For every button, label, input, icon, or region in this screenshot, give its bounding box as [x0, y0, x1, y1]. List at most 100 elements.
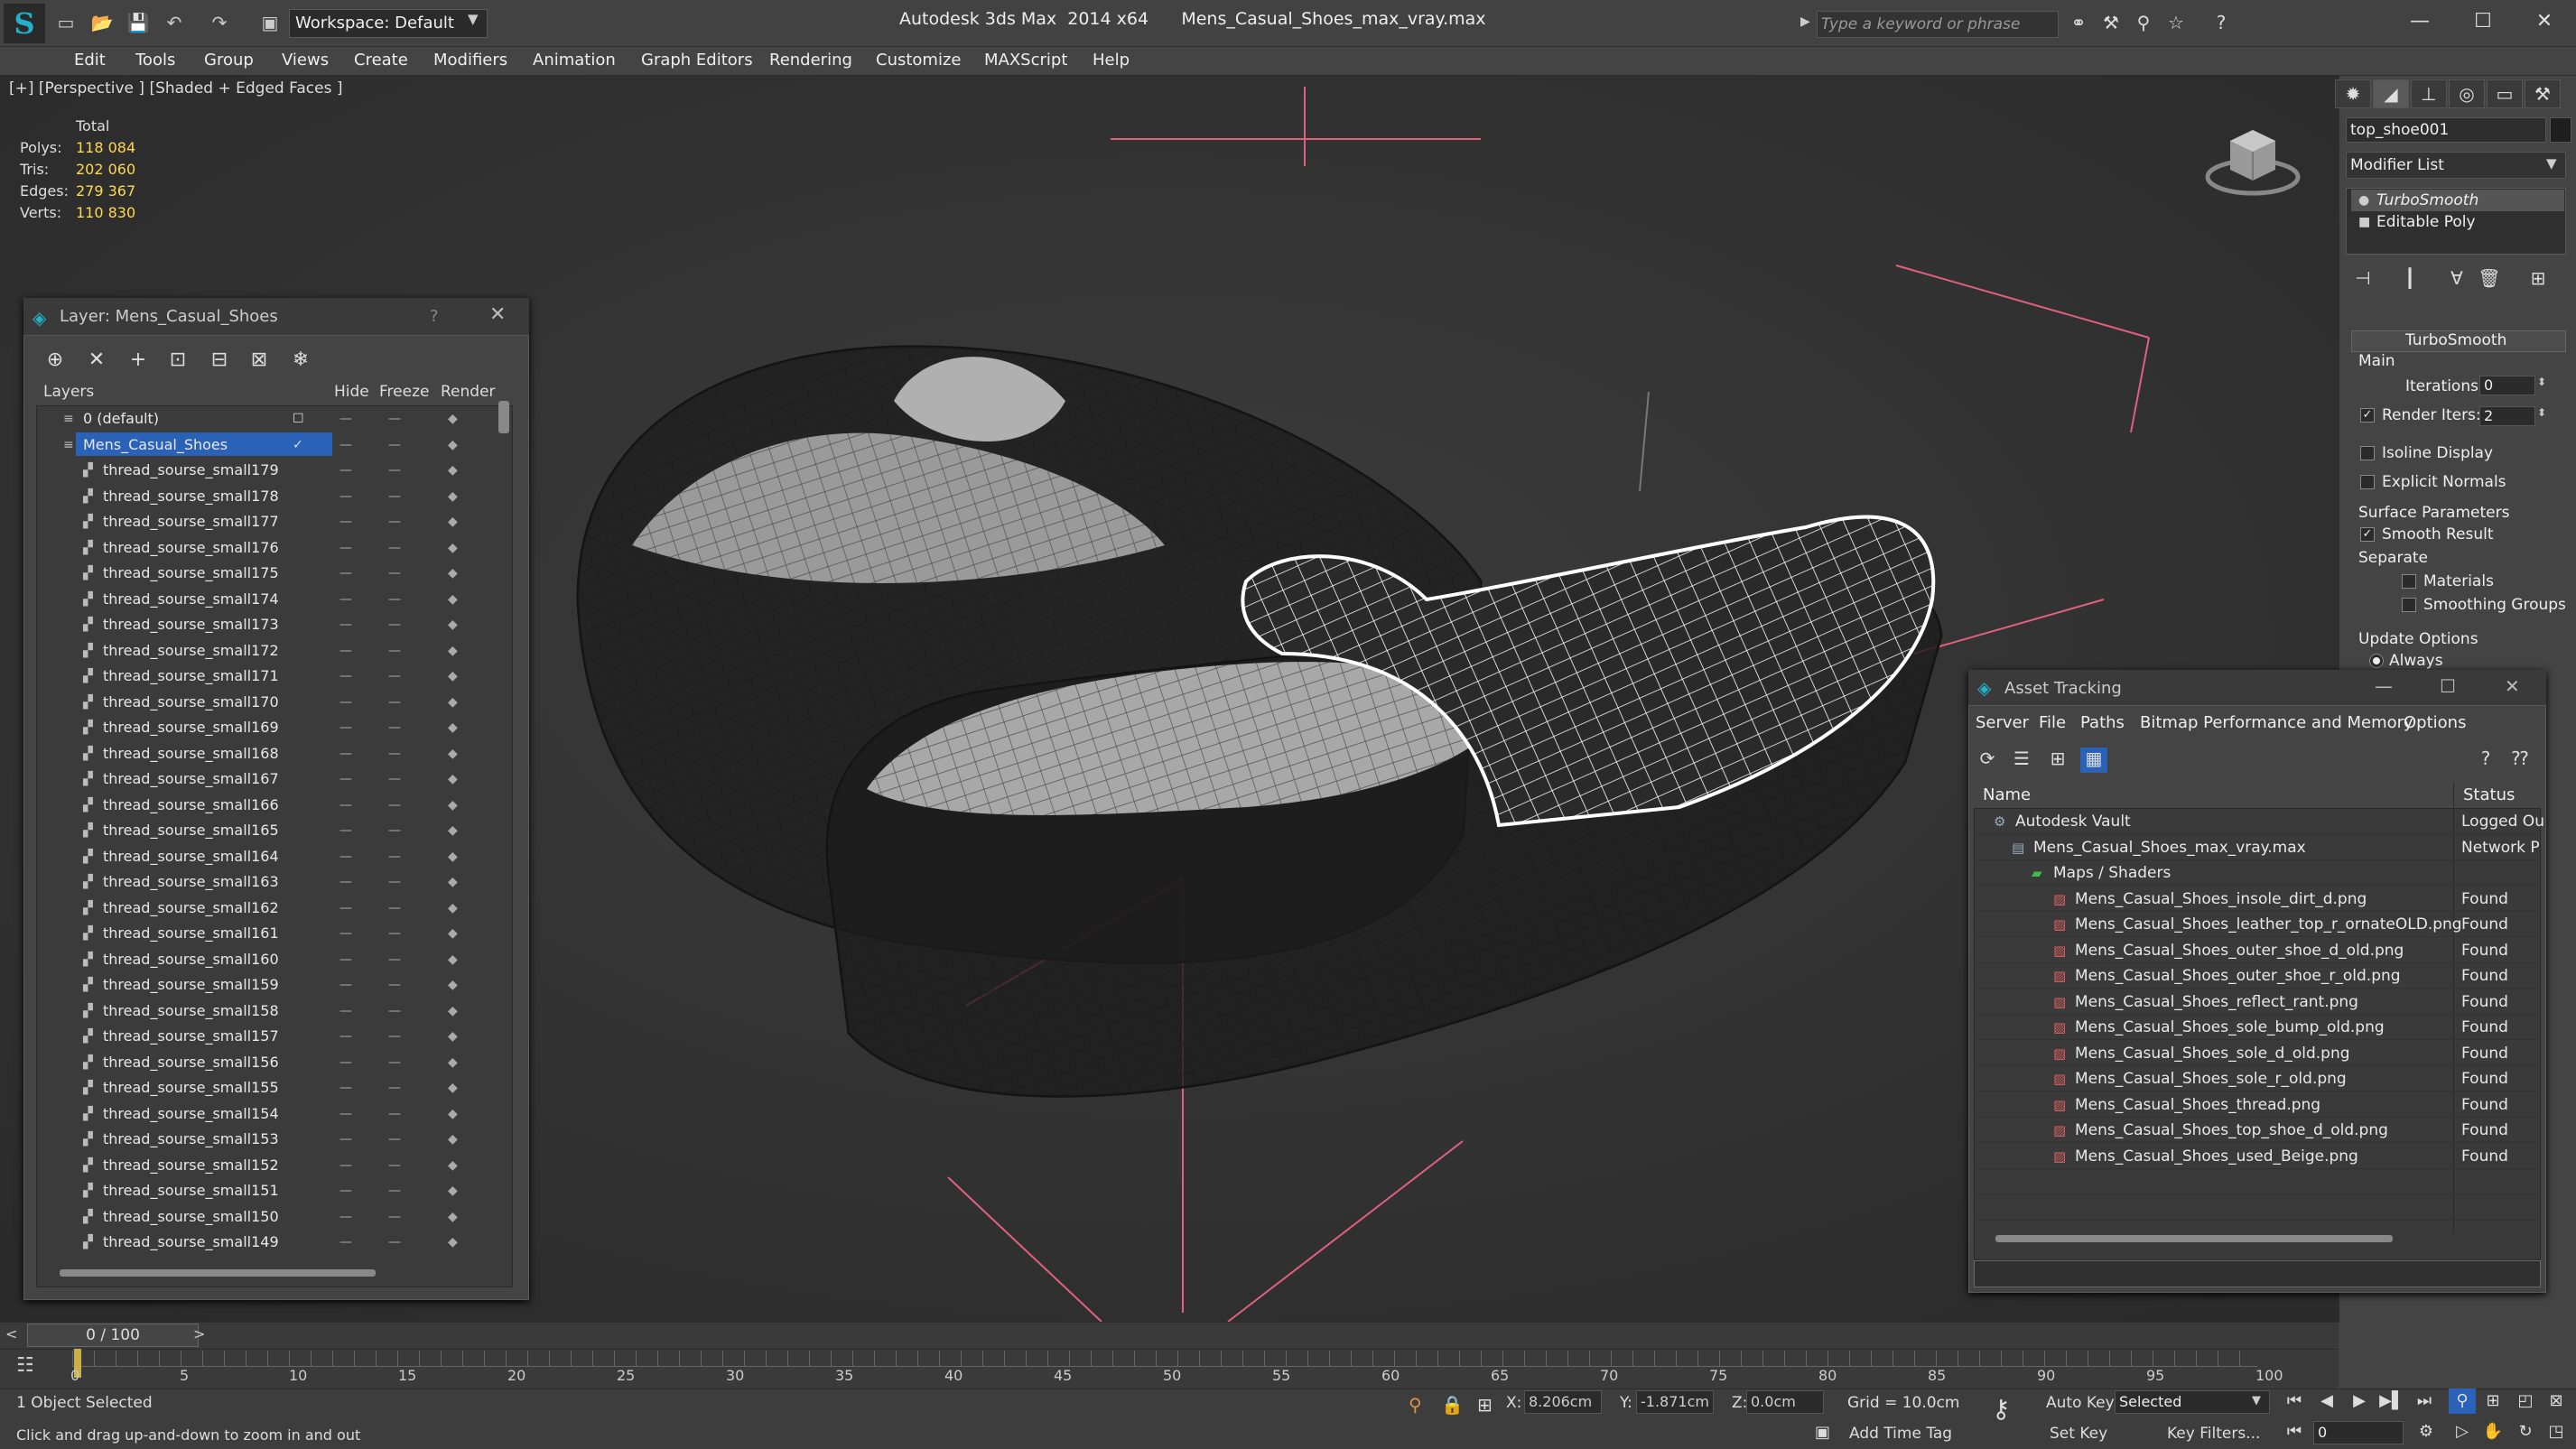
maximize-icon[interactable]: ☐ [2458, 5, 2508, 38]
layer-vscroll-thumb[interactable] [498, 401, 509, 433]
freeze-toggle-icon[interactable]: — [388, 484, 401, 509]
freeze-toggle-icon[interactable]: — [388, 715, 401, 740]
set-key-button[interactable]: Set Key [2050, 1425, 2107, 1443]
time-next-icon[interactable]: > [193, 1325, 205, 1342]
asset-row[interactable]: ▨ Mens_Casual_Shoes_outer_shoe_r_old.png F… [1976, 963, 2539, 989]
asset-menu-bitmap-performance[interactable]: Bitmap Performance and Memory [2140, 713, 2413, 732]
minimize-icon[interactable]: — [2395, 5, 2445, 38]
iterations-spinner[interactable]: 0 [2479, 376, 2535, 395]
close-icon[interactable]: ✕ [489, 303, 506, 326]
asset-path-field[interactable] [1974, 1260, 2541, 1287]
freeze-all-layers-icon[interactable]: ❄ [285, 348, 316, 376]
lock-icon[interactable]: 🔒 [1441, 1394, 1464, 1416]
render-iters-spinner[interactable]: 2 [2479, 406, 2535, 426]
menu-group[interactable]: Group [204, 51, 254, 70]
hide-toggle-icon[interactable]: — [339, 921, 352, 946]
render-teapot-icon[interactable]: ◆ [448, 896, 458, 921]
layer-object-row[interactable]: ▞ thread_sourse_small165 — — ◆ [36, 818, 497, 843]
hide-toggle-icon[interactable]: — [339, 1024, 352, 1049]
hide-toggle-icon[interactable]: — [339, 509, 352, 534]
add-time-tag[interactable]: Add Time Tag [1849, 1425, 1952, 1443]
hierarchy-tab-icon[interactable]: ⊥ [2411, 79, 2447, 108]
render-teapot-icon[interactable]: ◆ [448, 741, 458, 766]
render-teapot-icon[interactable]: ◆ [448, 1127, 458, 1152]
layer-object-row[interactable]: ▞ thread_sourse_small149 — — ◆ [36, 1230, 497, 1255]
freeze-toggle-icon[interactable]: — [388, 1153, 401, 1178]
hide-toggle-icon[interactable]: — [339, 484, 352, 509]
display-tab-icon[interactable]: ▭ [2487, 79, 2523, 108]
freeze-toggle-icon[interactable]: — [388, 432, 401, 458]
hide-toggle-icon[interactable]: — [339, 793, 352, 818]
layer-object-row[interactable]: ▞ thread_sourse_small167 — — ◆ [36, 766, 497, 792]
layer-hscroll-thumb[interactable] [60, 1269, 376, 1277]
asset-row[interactable]: ▨ Mens_Casual_Shoes_sole_r_old.png Found [1976, 1066, 2539, 1091]
asset-menu-file[interactable]: File [2039, 713, 2066, 732]
render-teapot-icon[interactable]: ◆ [448, 406, 458, 432]
render-teapot-icon[interactable]: ◆ [448, 484, 458, 509]
asset-row[interactable]: ▰ Maps / Shaders [1976, 860, 2539, 886]
asset-row[interactable]: ▨ Mens_Casual_Shoes_leather_top_r_ornateO… [1976, 912, 2539, 937]
hide-toggle-icon[interactable]: — [339, 1204, 352, 1230]
pin-stack-icon[interactable]: ⊣ [2348, 267, 2378, 293]
search-expand-icon[interactable]: ▶ [1800, 14, 1810, 29]
asset-row[interactable]: ⚙ Autodesk Vault Logged Ou [1976, 809, 2544, 834]
minimize-icon[interactable]: — [2375, 675, 2393, 697]
goto-start-icon[interactable]: ⏮ [2281, 1389, 2308, 1414]
render-teapot-icon[interactable]: ◆ [448, 1178, 458, 1203]
absolute-mode-icon[interactable]: ⊞ [1477, 1394, 1493, 1416]
freeze-toggle-icon[interactable]: — [388, 793, 401, 818]
hide-toggle-icon[interactable]: — [339, 1178, 352, 1203]
hide-toggle-icon[interactable]: — [339, 1153, 352, 1178]
render-teapot-icon[interactable]: ◆ [448, 1204, 458, 1230]
layer-object-row[interactable]: ▞ thread_sourse_small157 — — ◆ [36, 1024, 497, 1049]
layer-object-row[interactable]: ▞ thread_sourse_small156 — — ◆ [36, 1050, 497, 1075]
asset-help-icon[interactable]: ? [2472, 748, 2499, 773]
layer-row[interactable]: ≡ 0 (default) ☐ — — ◆ [36, 406, 497, 432]
col-layers[interactable]: Layers [43, 383, 94, 401]
asset-hscroll-thumb[interactable] [1995, 1235, 2393, 1242]
hide-toggle-icon[interactable]: — [339, 715, 352, 740]
layer-object-row[interactable]: ▞ thread_sourse_small173 — — ◆ [36, 612, 497, 637]
freeze-toggle-icon[interactable]: — [388, 406, 401, 432]
freeze-toggle-icon[interactable]: — [388, 896, 401, 921]
y-coordinate-field[interactable]: -1.871cm [1636, 1390, 1714, 1414]
zoom-extents-all-icon[interactable]: ⊠ [2543, 1389, 2570, 1414]
render-teapot-icon[interactable]: ◆ [448, 612, 458, 637]
layer-object-row[interactable]: ▞ thread_sourse_small170 — — ◆ [36, 690, 497, 715]
asset-menu-paths[interactable]: Paths [2080, 713, 2125, 732]
menu-customize[interactable]: Customize [876, 51, 961, 70]
next-frame-icon[interactable]: ▶▌ [2378, 1389, 2405, 1414]
hide-toggle-icon[interactable]: — [339, 664, 352, 689]
layer-object-row[interactable]: ▞ thread_sourse_small175 — — ◆ [36, 561, 497, 586]
zoom-extents-icon[interactable]: ◰ [2512, 1389, 2539, 1414]
create-layer-icon[interactable]: ⊕ [40, 348, 70, 376]
menu-help[interactable]: Help [1093, 51, 1130, 70]
asset-row[interactable]: ▨ Mens_Casual_Shoes_top_shoe_d_old.png Fou… [1976, 1118, 2539, 1143]
layer-object-row[interactable]: ▞ thread_sourse_small161 — — ◆ [36, 921, 497, 946]
freeze-toggle-icon[interactable]: — [388, 1050, 401, 1075]
render-teapot-icon[interactable]: ◆ [448, 972, 458, 998]
create-tab-icon[interactable]: ✹ [2335, 79, 2371, 108]
goto-end-icon[interactable]: ⏭ [2411, 1389, 2438, 1414]
layer-object-row[interactable]: ▞ thread_sourse_small179 — — ◆ [36, 458, 497, 483]
render-teapot-icon[interactable]: ◆ [448, 1230, 458, 1255]
layer-row[interactable]: ≡ Mens_Casual_Shoes ✓ — — ◆ [36, 432, 497, 458]
menu-views[interactable]: Views [282, 51, 329, 70]
render-teapot-icon[interactable]: ◆ [448, 844, 458, 869]
col-hide[interactable]: Hide [334, 383, 369, 401]
asset-menu-options[interactable]: Options [2404, 713, 2466, 732]
key-filters-button[interactable]: Key Filters... [2167, 1425, 2260, 1443]
smoothing-groups-checkbox[interactable] [2402, 598, 2416, 612]
freeze-toggle-icon[interactable]: — [388, 1204, 401, 1230]
render-teapot-icon[interactable]: ◆ [448, 690, 458, 715]
isoline-display-checkbox[interactable] [2360, 446, 2375, 460]
make-unique-icon[interactable]: ∀ [2441, 267, 2472, 293]
mini-curve-editor-icon[interactable]: ☷ [16, 1354, 34, 1377]
current-layer-box-icon[interactable]: ☐ [293, 406, 304, 432]
hide-toggle-icon[interactable]: — [339, 1230, 352, 1255]
render-teapot-icon[interactable]: ◆ [448, 1075, 458, 1101]
menu-rendering[interactable]: Rendering [769, 51, 852, 70]
undo-icon[interactable]: ↶ [163, 11, 186, 34]
list-view-icon[interactable]: ☰ [2008, 748, 2035, 773]
hide-toggle-icon[interactable]: — [339, 1101, 352, 1127]
